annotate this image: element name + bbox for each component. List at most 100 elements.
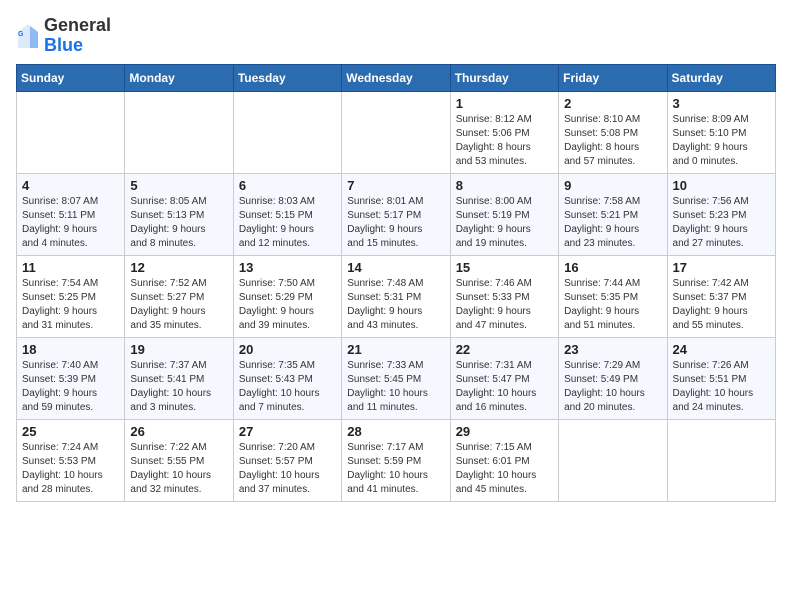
day-number: 14 (347, 260, 444, 275)
calendar-cell: 17 Sunrise: 7:42 AM Sunset: 5:37 PM Dayli… (667, 255, 775, 337)
day-info: Sunrise: 7:26 AM Sunset: 5:51 PM Dayligh… (673, 359, 770, 415)
day-info: Sunrise: 8:12 AM Sunset: 5:06 PM Dayligh… (456, 113, 553, 169)
day-number: 4 (22, 178, 119, 193)
day-info: Sunrise: 8:07 AM Sunset: 5:11 PM Dayligh… (22, 195, 119, 251)
calendar-cell: 13 Sunrise: 7:50 AM Sunset: 5:29 PM Dayli… (233, 255, 341, 337)
day-number: 5 (130, 178, 227, 193)
day-info: Sunrise: 8:01 AM Sunset: 5:17 PM Dayligh… (347, 195, 444, 251)
calendar-cell: 14 Sunrise: 7:48 AM Sunset: 5:31 PM Dayli… (342, 255, 450, 337)
day-number: 22 (456, 342, 553, 357)
day-info: Sunrise: 7:29 AM Sunset: 5:49 PM Dayligh… (564, 359, 661, 415)
calendar-cell (667, 419, 775, 501)
day-number: 26 (130, 424, 227, 439)
calendar-cell (233, 91, 341, 173)
calendar-cell: 2 Sunrise: 8:10 AM Sunset: 5:08 PM Daylig… (559, 91, 667, 173)
day-number: 21 (347, 342, 444, 357)
day-number: 8 (456, 178, 553, 193)
day-number: 6 (239, 178, 336, 193)
day-info: Sunrise: 7:24 AM Sunset: 5:53 PM Dayligh… (22, 441, 119, 497)
day-number: 28 (347, 424, 444, 439)
svg-text:G: G (18, 31, 24, 38)
logo-icon: G (16, 22, 40, 50)
day-info: Sunrise: 7:33 AM Sunset: 5:45 PM Dayligh… (347, 359, 444, 415)
day-number: 27 (239, 424, 336, 439)
calendar-cell: 26 Sunrise: 7:22 AM Sunset: 5:55 PM Dayli… (125, 419, 233, 501)
calendar-cell (342, 91, 450, 173)
day-info: Sunrise: 8:03 AM Sunset: 5:15 PM Dayligh… (239, 195, 336, 251)
column-header-thursday: Thursday (450, 64, 558, 91)
day-info: Sunrise: 7:48 AM Sunset: 5:31 PM Dayligh… (347, 277, 444, 333)
calendar-cell: 8 Sunrise: 8:00 AM Sunset: 5:19 PM Daylig… (450, 173, 558, 255)
calendar-cell (125, 91, 233, 173)
day-number: 11 (22, 260, 119, 275)
calendar-cell: 27 Sunrise: 7:20 AM Sunset: 5:57 PM Dayli… (233, 419, 341, 501)
calendar-cell: 19 Sunrise: 7:37 AM Sunset: 5:41 PM Dayli… (125, 337, 233, 419)
day-number: 7 (347, 178, 444, 193)
day-info: Sunrise: 7:20 AM Sunset: 5:57 PM Dayligh… (239, 441, 336, 497)
day-number: 17 (673, 260, 770, 275)
day-number: 13 (239, 260, 336, 275)
day-number: 29 (456, 424, 553, 439)
column-header-friday: Friday (559, 64, 667, 91)
calendar-cell: 20 Sunrise: 7:35 AM Sunset: 5:43 PM Dayli… (233, 337, 341, 419)
day-number: 19 (130, 342, 227, 357)
calendar-cell: 1 Sunrise: 8:12 AM Sunset: 5:06 PM Daylig… (450, 91, 558, 173)
day-info: Sunrise: 7:54 AM Sunset: 5:25 PM Dayligh… (22, 277, 119, 333)
day-number: 20 (239, 342, 336, 357)
calendar-cell: 22 Sunrise: 7:31 AM Sunset: 5:47 PM Dayli… (450, 337, 558, 419)
calendar-table: SundayMondayTuesdayWednesdayThursdayFrid… (16, 64, 776, 502)
column-header-monday: Monday (125, 64, 233, 91)
day-number: 10 (673, 178, 770, 193)
calendar-body: 1 Sunrise: 8:12 AM Sunset: 5:06 PM Daylig… (17, 91, 776, 501)
week-row-3: 11 Sunrise: 7:54 AM Sunset: 5:25 PM Dayli… (17, 255, 776, 337)
calendar-cell: 18 Sunrise: 7:40 AM Sunset: 5:39 PM Dayli… (17, 337, 125, 419)
calendar-cell: 7 Sunrise: 8:01 AM Sunset: 5:17 PM Daylig… (342, 173, 450, 255)
day-info: Sunrise: 7:22 AM Sunset: 5:55 PM Dayligh… (130, 441, 227, 497)
logo-line1: General (44, 15, 111, 35)
header-row: SundayMondayTuesdayWednesdayThursdayFrid… (17, 64, 776, 91)
calendar-cell: 10Sunrise: 7:56 AM Sunset: 5:23 PM Dayli… (667, 173, 775, 255)
day-info: Sunrise: 8:00 AM Sunset: 5:19 PM Dayligh… (456, 195, 553, 251)
day-number: 1 (456, 96, 553, 111)
day-number: 24 (673, 342, 770, 357)
day-number: 16 (564, 260, 661, 275)
calendar-cell: 15 Sunrise: 7:46 AM Sunset: 5:33 PM Dayli… (450, 255, 558, 337)
week-row-2: 4 Sunrise: 8:07 AM Sunset: 5:11 PM Daylig… (17, 173, 776, 255)
day-number: 23 (564, 342, 661, 357)
week-row-5: 25Sunrise: 7:24 AM Sunset: 5:53 PM Dayli… (17, 419, 776, 501)
day-info: Sunrise: 8:10 AM Sunset: 5:08 PM Dayligh… (564, 113, 661, 169)
calendar-cell: 12Sunrise: 7:52 AM Sunset: 5:27 PM Dayli… (125, 255, 233, 337)
calendar-cell: 28 Sunrise: 7:17 AM Sunset: 5:59 PM Dayli… (342, 419, 450, 501)
calendar-cell: 9Sunrise: 7:58 AM Sunset: 5:21 PM Daylig… (559, 173, 667, 255)
day-number: 3 (673, 96, 770, 111)
day-info: Sunrise: 7:50 AM Sunset: 5:29 PM Dayligh… (239, 277, 336, 333)
calendar-cell: 3 Sunrise: 8:09 AM Sunset: 5:10 PM Daylig… (667, 91, 775, 173)
calendar-cell: 24 Sunrise: 7:26 AM Sunset: 5:51 PM Dayli… (667, 337, 775, 419)
day-info: Sunrise: 7:31 AM Sunset: 5:47 PM Dayligh… (456, 359, 553, 415)
calendar-cell (17, 91, 125, 173)
calendar-cell: 16Sunrise: 7:44 AM Sunset: 5:35 PM Dayli… (559, 255, 667, 337)
day-number: 2 (564, 96, 661, 111)
day-info: Sunrise: 7:35 AM Sunset: 5:43 PM Dayligh… (239, 359, 336, 415)
calendar-cell: 11 Sunrise: 7:54 AM Sunset: 5:25 PM Dayli… (17, 255, 125, 337)
day-info: Sunrise: 8:09 AM Sunset: 5:10 PM Dayligh… (673, 113, 770, 169)
calendar-cell: 5Sunrise: 8:05 AM Sunset: 5:13 PM Daylig… (125, 173, 233, 255)
calendar-cell: 4 Sunrise: 8:07 AM Sunset: 5:11 PM Daylig… (17, 173, 125, 255)
column-header-wednesday: Wednesday (342, 64, 450, 91)
logo-blue: Blue (44, 35, 83, 55)
page-header: G GeneralBlue (16, 16, 776, 56)
day-number: 15 (456, 260, 553, 275)
day-info: Sunrise: 7:46 AM Sunset: 5:33 PM Dayligh… (456, 277, 553, 333)
day-number: 9 (564, 178, 661, 193)
day-number: 18 (22, 342, 119, 357)
day-info: Sunrise: 7:40 AM Sunset: 5:39 PM Dayligh… (22, 359, 119, 415)
day-number: 12 (130, 260, 227, 275)
day-info: Sunrise: 7:37 AM Sunset: 5:41 PM Dayligh… (130, 359, 227, 415)
calendar-cell: 23 Sunrise: 7:29 AM Sunset: 5:49 PM Dayli… (559, 337, 667, 419)
calendar-cell: 21 Sunrise: 7:33 AM Sunset: 5:45 PM Dayli… (342, 337, 450, 419)
day-info: Sunrise: 7:15 AM Sunset: 6:01 PM Dayligh… (456, 441, 553, 497)
logo-text: GeneralBlue (44, 16, 111, 56)
day-info: Sunrise: 7:42 AM Sunset: 5:37 PM Dayligh… (673, 277, 770, 333)
column-header-sunday: Sunday (17, 64, 125, 91)
day-info: Sunrise: 7:17 AM Sunset: 5:59 PM Dayligh… (347, 441, 444, 497)
